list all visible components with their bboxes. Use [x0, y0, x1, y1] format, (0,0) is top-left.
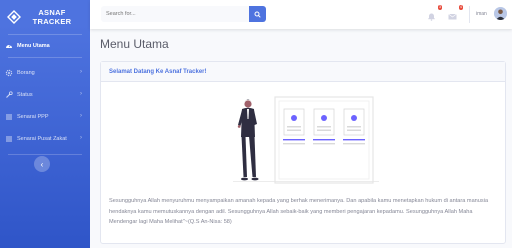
page-title: Menu Utama: [100, 37, 169, 51]
user-name[interactable]: iman: [476, 11, 487, 17]
chevron-right-icon: ›: [80, 91, 82, 97]
topbar-divider: [469, 6, 470, 23]
card-header: Selamat Datang Ke Asnaf Tracker!: [101, 62, 505, 82]
avatar[interactable]: [494, 7, 507, 20]
topbar: 3 4 iman: [90, 0, 512, 29]
bell-icon: [428, 13, 435, 21]
brand-logo-icon: [6, 9, 22, 25]
chevron-right-icon: ›: [80, 135, 82, 141]
chevron-right-icon: ›: [80, 113, 82, 119]
list-icon: [5, 113, 13, 121]
sidebar-item-label: Borang: [17, 70, 35, 76]
sidebar-item-label: Senarai Pusat Zakat: [17, 136, 67, 142]
messages-button[interactable]: 4: [448, 5, 463, 20]
sidebar-item-label: Menu Utama: [17, 43, 50, 49]
sidebar-item-senarai-ppp[interactable]: Senarai PPP ›: [0, 106, 90, 128]
chevron-left-icon: ‹: [40, 159, 44, 169]
list-icon: [5, 135, 13, 143]
quran-verse-text: Sesungguhnya Allah menyuruhmu menyampaik…: [109, 198, 489, 225]
sidebar-item-label: Status: [17, 92, 33, 98]
search-input[interactable]: [101, 6, 249, 22]
sidebar-item-borang[interactable]: Borang ›: [0, 62, 90, 84]
messages-count-badge: 4: [459, 5, 463, 10]
alerts-count-badge: 3: [438, 5, 442, 10]
sidebar: ASNAF TRACKER Menu Utama Borang › Status…: [0, 0, 90, 248]
search-icon: [254, 11, 261, 18]
sidebar-item-status[interactable]: Status ›: [0, 84, 90, 106]
search-form: [101, 6, 266, 22]
sidebar-brand[interactable]: ASNAF TRACKER: [0, 0, 90, 34]
sidebar-divider: [8, 57, 82, 58]
wrench-icon: [5, 91, 13, 99]
welcome-card: Selamat Datang Ke Asnaf Tracker! Sesungg…: [100, 61, 506, 244]
chevron-right-icon: ›: [80, 69, 82, 75]
sidebar-toggle-button[interactable]: ‹: [34, 156, 50, 172]
sidebar-divider: [8, 154, 82, 155]
search-button[interactable]: [249, 6, 266, 22]
brand-title: ASNAF TRACKER: [32, 8, 72, 26]
envelope-icon: [448, 13, 457, 20]
alerts-button[interactable]: 3: [427, 5, 442, 21]
sidebar-item-menu-utama[interactable]: Menu Utama: [0, 35, 90, 57]
cog-icon: [5, 69, 13, 77]
welcome-illustration: [233, 96, 379, 184]
sidebar-item-label: Senarai PPP: [17, 114, 49, 120]
sidebar-item-senarai-pusat-zakat[interactable]: Senarai Pusat Zakat ›: [0, 128, 90, 150]
dashboard-icon: [5, 42, 13, 50]
